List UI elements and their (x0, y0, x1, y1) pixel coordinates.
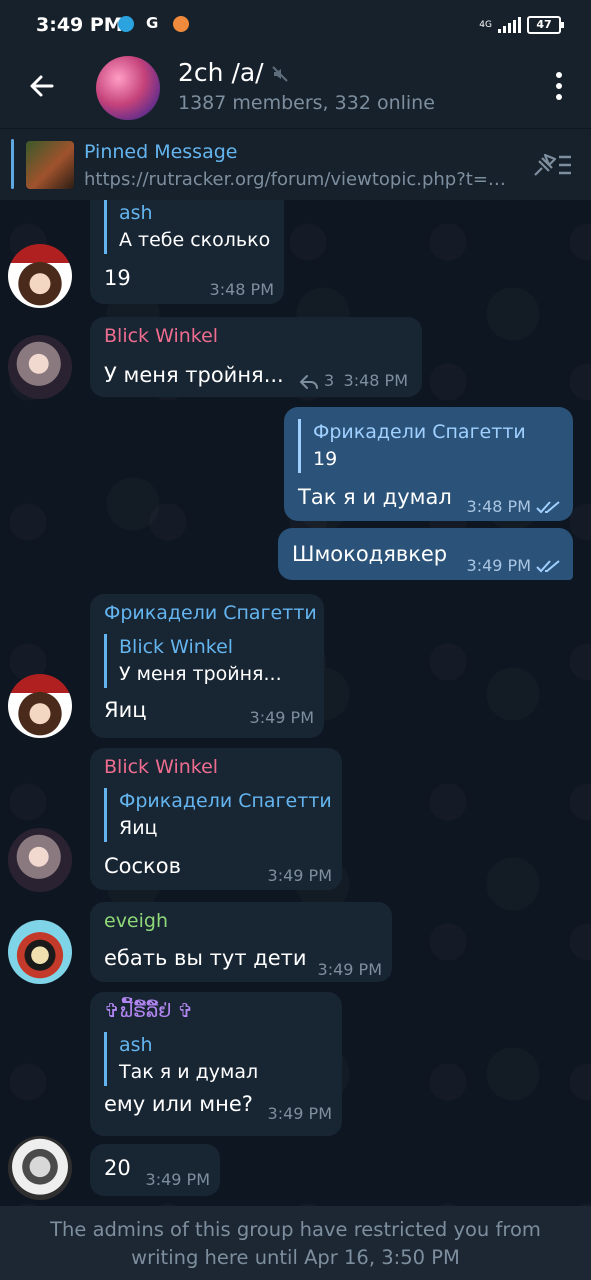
read-checkmarks-icon (536, 560, 560, 573)
pinned-text: https://rutracker.org/forum/viewtopic.ph… (84, 169, 506, 190)
avatar[interactable] (8, 1136, 72, 1200)
message-time: 3:48 PM (209, 280, 274, 299)
message-bubble[interactable]: Фрикадели Спагетти Blick Winkel У меня т… (90, 594, 324, 738)
reply-preview[interactable]: ash А тебе сколько (104, 200, 270, 254)
group-title[interactable]: 2ch /a/ (178, 58, 264, 87)
status-bar: 3:49 PM G 4G 47 (0, 0, 591, 48)
message-bubble[interactable]: eveigh ебать вы тут дети 3:49 PM (90, 902, 392, 982)
message-time: 3:49 PM (145, 1170, 210, 1189)
restriction-notice: The admins of this group have restricted… (0, 1206, 591, 1280)
pinned-indicator (11, 139, 14, 189)
group-member-count: 1387 members, 332 online (178, 92, 435, 114)
message-text: ему или мне? (104, 1092, 253, 1116)
reply-sender: Фрикадели Спагетти (313, 421, 526, 443)
reply-text: А тебе сколько (119, 229, 271, 251)
pinned-message-bar[interactable]: Pinned Message https://rutracker.org/for… (0, 128, 591, 201)
message-text: У меня тройня... (104, 363, 284, 387)
avatar[interactable] (8, 335, 72, 399)
sender-name[interactable]: eveigh (104, 910, 168, 932)
message-bubble[interactable]: Blick Winkel Фрикадели Спагетти Яиц Соск… (90, 748, 342, 890)
message-text: ебать вы тут дети (104, 946, 307, 970)
message-text: Сосков (104, 854, 181, 878)
message-bubble[interactable]: Blick Winkel У меня тройня... 3 3:48 PM (90, 317, 422, 397)
message-text: Яиц (104, 698, 147, 722)
sender-name[interactable]: Blick Winkel (104, 325, 218, 347)
outgoing-message-bubble[interactable]: Шмокодявкер 3:49 PM (278, 528, 573, 580)
message-list[interactable]: ash А тебе сколько 19 3:48 PM Blick Wink… (0, 200, 591, 1206)
google-icon: G (146, 14, 159, 32)
avatar[interactable] (8, 828, 72, 892)
telegram-icon (118, 16, 134, 32)
replies-icon[interactable] (298, 373, 320, 391)
message-time: 3:49 PM (317, 960, 382, 979)
signal-icon (498, 17, 521, 33)
network-type: 4G (479, 19, 492, 30)
status-indicators: 4G 47 (479, 16, 564, 34)
message-bubble[interactable]: ash А тебе сколько 19 3:48 PM (90, 200, 284, 304)
sender-name[interactable]: ✞ຟ້ັ້ັ້ີ້ຣ໌ີ້ລ໌ີ້ຢ່ ✞ (104, 1000, 193, 1022)
more-menu-icon[interactable] (555, 72, 563, 104)
restriction-text: The admins of this group have restricted… (50, 1218, 541, 1269)
outgoing-message-bubble[interactable]: Фрикадели Спагетти 19 Так я и думал 3:48… (284, 407, 573, 521)
app-notification-icon (173, 16, 189, 32)
pinned-title: Pinned Message (84, 141, 238, 163)
message-text: 19 (104, 266, 131, 290)
avatar[interactable] (8, 244, 72, 308)
message-text: Шмокодявкер (292, 542, 448, 566)
status-time: 3:49 PM (36, 14, 123, 36)
reply-sender: ash (119, 1034, 153, 1056)
reply-preview[interactable]: Фрикадели Спагетти Яиц (104, 788, 332, 842)
message-text: 20 (104, 1156, 131, 1180)
avatar[interactable] (8, 920, 72, 984)
battery-icon: 47 (527, 16, 564, 34)
back-arrow-icon[interactable] (26, 70, 58, 102)
reply-text: Так я и думал (119, 1061, 259, 1083)
message-time: 3:49 PM (267, 866, 332, 885)
reply-preview[interactable]: Blick Winkel У меня тройня... (104, 634, 282, 688)
message-time: 3:48 PM (343, 371, 408, 390)
reply-sender: Фрикадели Спагетти (119, 790, 332, 812)
message-bubble[interactable]: ✞ຟ້ັ້ັ້ີ້ຣ໌ີ້ລ໌ີ້ຢ່ ✞ ash Так я и думал … (90, 992, 342, 1136)
reply-text: 19 (313, 448, 338, 470)
message-time: 3:49 PM (249, 708, 314, 727)
message-bubble[interactable]: 20 3:49 PM (90, 1144, 220, 1196)
reply-text: Яиц (119, 817, 158, 839)
reply-preview[interactable]: ash Так я и думал (104, 1032, 258, 1086)
message-time: 3:49 PM (466, 556, 531, 575)
muted-icon (272, 66, 288, 82)
replies-count[interactable]: 3 (324, 371, 334, 390)
sender-name[interactable]: Фрикадели Спагетти (104, 602, 317, 624)
chat-header: 2ch /a/ 1387 members, 332 online (0, 48, 591, 128)
message-time: 3:49 PM (267, 1104, 332, 1123)
avatar[interactable] (8, 674, 72, 738)
reply-preview[interactable]: Фрикадели Спагетти 19 (298, 419, 526, 473)
pinned-list-icon[interactable] (531, 151, 573, 179)
message-text: Так я и думал (298, 485, 452, 509)
sender-name[interactable]: Blick Winkel (104, 756, 218, 778)
read-checkmarks-icon (536, 501, 560, 514)
reply-text: У меня тройня... (119, 663, 282, 685)
pinned-thumbnail (26, 141, 74, 189)
message-time: 3:48 PM (466, 497, 531, 516)
group-avatar[interactable] (96, 56, 160, 120)
reply-sender: ash (119, 202, 153, 224)
reply-sender: Blick Winkel (119, 636, 234, 658)
